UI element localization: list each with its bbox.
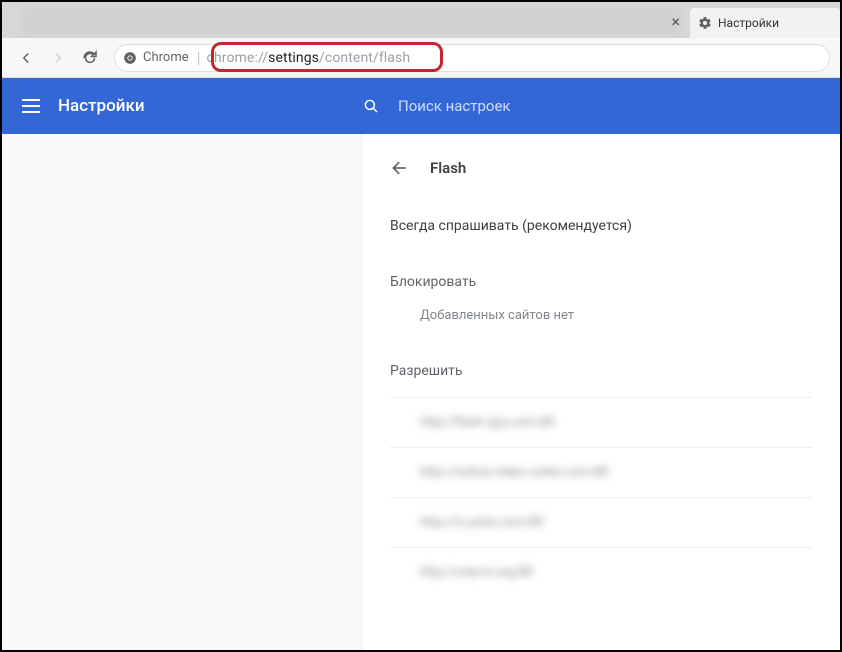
list-item[interactable]: http://online-video-cutter.com:80 [390,447,812,497]
search-icon [362,97,380,115]
page-title: Настройки [58,96,145,116]
menu-icon[interactable] [22,99,40,113]
settings-header: Настройки Поиск настроек [2,78,840,134]
sidebar [2,134,362,650]
block-section-label: Блокировать [390,274,812,290]
background-tabs-blurred [22,8,682,34]
default-behavior-label[interactable]: Всегда спрашивать (рекомендуется) [390,218,812,234]
list-item[interactable]: http://only-tv.org:80 [390,547,812,597]
browser-toolbar: Chrome | chrome://settings/content/flash [2,38,840,78]
search-settings[interactable]: Поиск настроек [362,97,840,115]
list-item[interactable]: http://ru.pixiz.com:80 [390,497,812,547]
gear-icon [698,16,712,30]
block-empty-text: Добавленных сайтов нет [420,308,812,323]
reload-button[interactable] [76,44,104,72]
forward-button [44,44,72,72]
tab-close-icon[interactable]: × [671,12,680,31]
address-bar[interactable]: Chrome | chrome://settings/content/flash [114,44,830,72]
list-item[interactable]: http://flash.igry.com:80 [390,397,812,447]
active-tab[interactable]: Настройки [690,8,840,38]
chrome-icon [123,51,137,65]
main-area: Flash Всегда спрашивать (рекомендуется) … [2,134,840,650]
allow-section-label: Разрешить [390,363,812,379]
search-placeholder: Поиск настроек [398,97,511,115]
content: Flash Всегда спрашивать (рекомендуется) … [362,134,840,650]
allowed-sites-list: http://flash.igry.com:80 http://online-v… [390,397,812,597]
back-arrow-icon[interactable] [390,158,410,178]
content-page-title: Flash [430,159,466,177]
tab-strip: × Настройки [2,2,840,38]
url-text: chrome://settings/content/flash [207,50,411,66]
chrome-label: Chrome [143,50,189,65]
active-tab-label: Настройки [718,16,779,30]
back-button[interactable] [12,44,40,72]
